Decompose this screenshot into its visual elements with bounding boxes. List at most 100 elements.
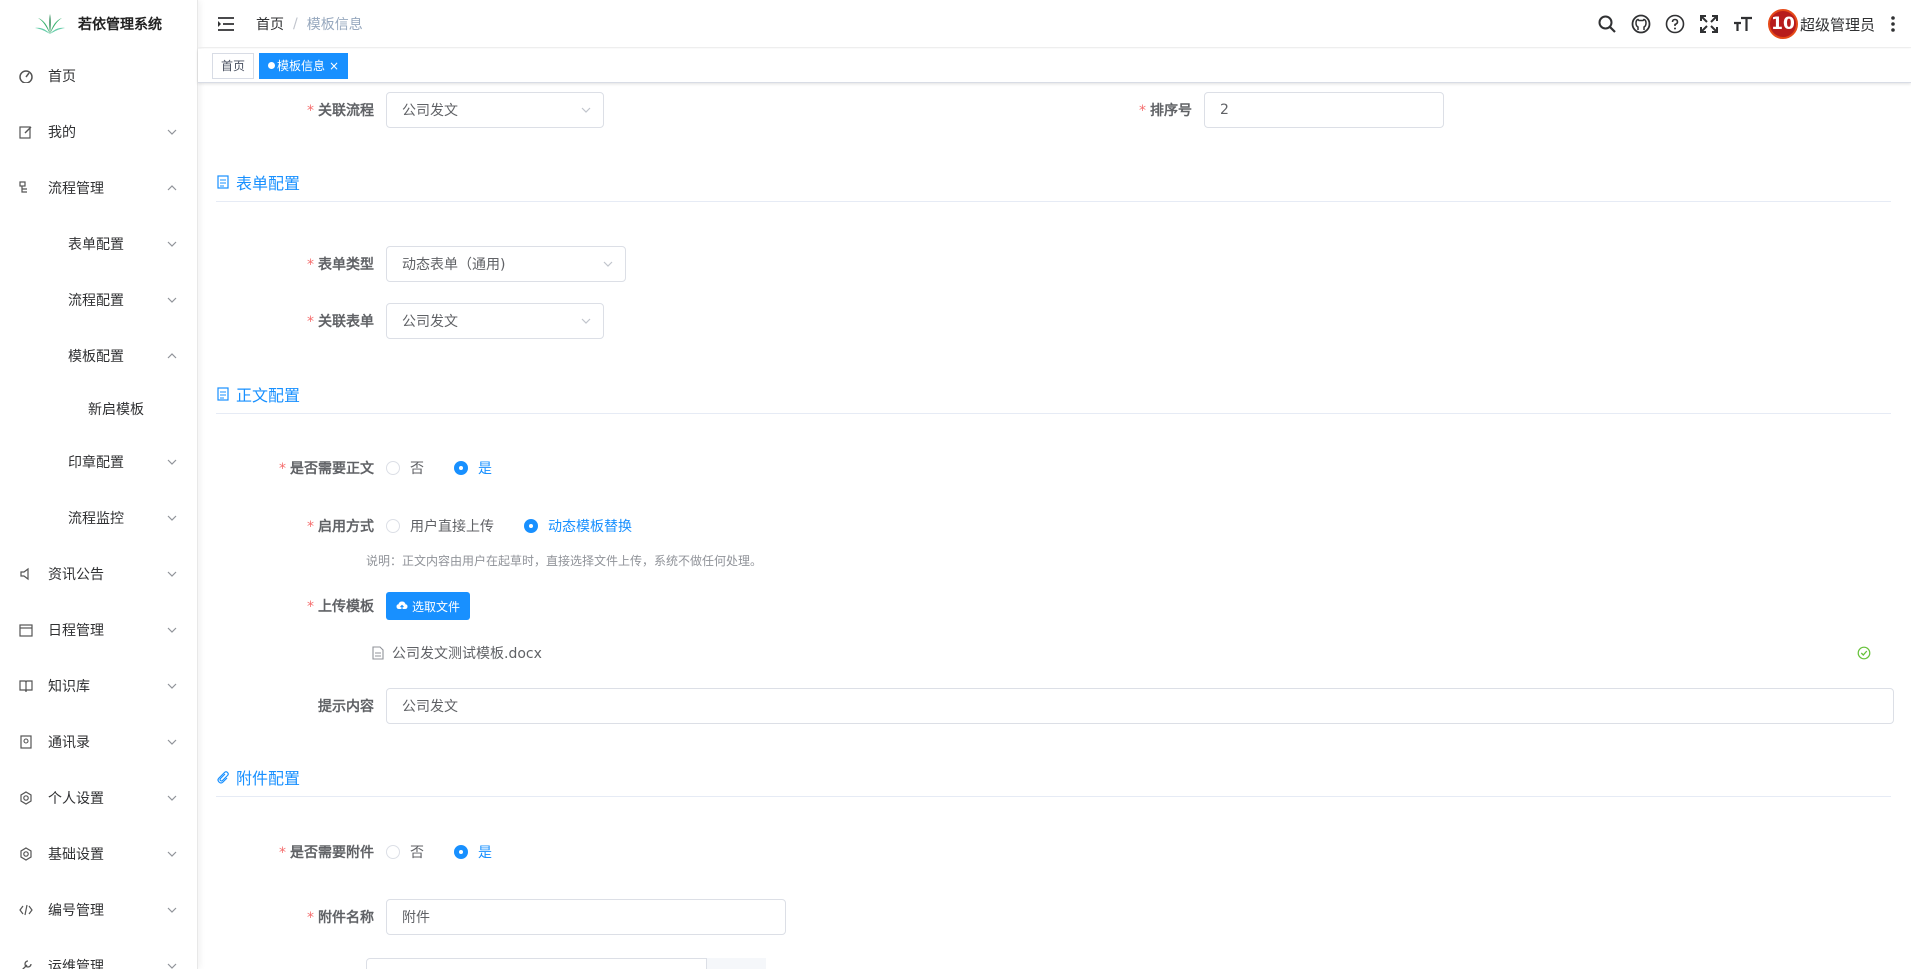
partial-input-append[interactable] (706, 958, 766, 969)
sidebar-item-label: 资讯公告 (48, 567, 104, 583)
sidebar-item-label: 编号管理 (48, 903, 104, 919)
sidebar-item-flow[interactable]: 流程管理 (0, 160, 197, 216)
document-icon (216, 174, 232, 190)
menu-toggle-icon[interactable] (216, 14, 236, 34)
contact-icon (18, 734, 34, 750)
chevron-down-icon (167, 571, 177, 577)
form-link-select[interactable]: 公司发文 (386, 303, 604, 339)
sidebar-item-contacts[interactable]: 通讯录 (0, 714, 197, 770)
breadcrumb-current: 模板信息 (306, 16, 363, 33)
font-size-icon[interactable] (1726, 0, 1760, 48)
sidebar-item-form-config[interactable]: 表单配置 (0, 216, 197, 272)
chevron-down-icon (167, 907, 177, 913)
sidebar-item-basic-settings[interactable]: 基础设置 (0, 826, 197, 882)
navbar: 首页 / 模板信息 10 超级管理员 (198, 0, 1911, 48)
user-name[interactable]: 超级管理员 (1800, 14, 1875, 35)
github-icon[interactable] (1624, 0, 1658, 48)
sidebar-item-label: 日程管理 (48, 623, 104, 639)
breadcrumb-home[interactable]: 首页 (256, 14, 284, 34)
settings-icon (18, 790, 34, 806)
sidebar-item-label: 模板配置 (68, 349, 124, 365)
form-item-flow: * 关联流程 公司发文 (216, 92, 604, 128)
fullscreen-icon[interactable] (1692, 0, 1726, 48)
chevron-down-icon (581, 107, 591, 113)
sidebar-item-label: 个人设置 (48, 791, 104, 807)
form-label: * 是否需要正文 (279, 461, 374, 477)
input-value: 附件 (402, 910, 430, 926)
sort-input[interactable]: 2 (1204, 92, 1444, 128)
question-icon[interactable] (1658, 0, 1692, 48)
sidebar-item-label: 流程监控 (68, 511, 124, 527)
form-label: 提示内容 (318, 699, 374, 715)
sidebar-item-numbering[interactable]: 编号管理 (0, 882, 197, 938)
sidebar-item-template-config[interactable]: 模板配置 (0, 328, 197, 384)
sidebar-item-label: 新启模板 (88, 402, 144, 418)
sidebar-item-label: 流程配置 (68, 293, 124, 309)
sidebar-item-label: 首页 (48, 69, 76, 85)
document-icon (216, 386, 232, 402)
sidebar-item-label: 表单配置 (68, 237, 124, 253)
form-item-prompt: 提示内容 公司发文 (216, 688, 1894, 724)
sidebar-item-label: 知识库 (48, 679, 90, 695)
tree-icon (18, 180, 34, 196)
chevron-down-icon (167, 963, 177, 969)
section-title: 表单配置 (236, 173, 301, 193)
search-icon[interactable] (1590, 0, 1624, 48)
section-body-config: 正文配置 (216, 374, 1891, 414)
more-vertical-icon[interactable] (1883, 16, 1903, 32)
sidebar-item-schedule[interactable]: 日程管理 (0, 602, 197, 658)
form-item-need-attach: * 是否需要附件 否 是 (216, 842, 522, 862)
section-title: 正文配置 (236, 385, 301, 405)
form-item-attach-name: * 附件名称 附件 (216, 899, 786, 935)
check-circle-icon (1857, 645, 1871, 664)
prompt-input[interactable]: 公司发文 (386, 688, 1894, 724)
form-type-select[interactable]: 动态表单（通用) (386, 246, 626, 282)
sidebar-item-mine[interactable]: 我的 (0, 104, 197, 160)
logo[interactable]: 若依管理系统 (0, 0, 197, 48)
flow-select[interactable]: 公司发文 (386, 92, 604, 128)
chevron-down-icon (603, 261, 613, 267)
sidebar-item-label: 印章配置 (68, 455, 124, 471)
sidebar-item-flow-config[interactable]: 流程配置 (0, 272, 197, 328)
radio-no[interactable]: 否 (386, 842, 424, 862)
edit-icon (18, 124, 34, 140)
form-item-need-body: * 是否需要正文 否 是 (216, 458, 522, 478)
form-item-enable-mode: * 启用方式 用户直接上传 动态模板替换 (216, 516, 662, 536)
select-value: 公司发文 (402, 103, 458, 119)
radio-direct-upload[interactable]: 用户直接上传 (386, 516, 494, 536)
section-attach-config: 附件配置 (216, 757, 1891, 797)
radio-dynamic-template[interactable]: 动态模板替换 (524, 516, 632, 536)
section-form-config: 表单配置 (216, 162, 1891, 202)
chevron-down-icon (167, 795, 177, 801)
tag-template-info[interactable]: 模板信息 × (259, 52, 349, 79)
chevron-down-icon (167, 851, 177, 857)
form-item-form-type: * 表单类型 动态表单（通用) (216, 246, 626, 282)
sidebar-item-new-template[interactable]: 新启模板 (0, 384, 197, 434)
tag-home[interactable]: 首页 (212, 52, 255, 79)
radio-yes[interactable]: 是 (454, 458, 492, 478)
sidebar-item-ops[interactable]: 运维管理 (0, 938, 197, 969)
sidebar-item-personal-settings[interactable]: 个人设置 (0, 770, 197, 826)
sidebar-item-knowledge[interactable]: 知识库 (0, 658, 197, 714)
avatar[interactable]: 10 (1767, 9, 1798, 39)
select-file-button[interactable]: 选取文件 (386, 592, 471, 620)
form-label: * 关联流程 (307, 103, 374, 119)
sidebar-item-news[interactable]: 资讯公告 (0, 546, 197, 602)
attach-name-input[interactable]: 附件 (386, 899, 786, 935)
tags-view: 首页 模板信息 × (198, 49, 1911, 83)
sidebar-item-flow-monitor[interactable]: 流程监控 (0, 490, 197, 546)
chevron-down-icon (167, 627, 177, 633)
logo-icon (35, 14, 65, 34)
tag-label: 模板信息 (277, 58, 326, 73)
radio-no[interactable]: 否 (386, 458, 424, 478)
close-icon[interactable]: × (329, 59, 339, 73)
form-label: * 上传模板 (307, 599, 374, 615)
sidebar: 若依管理系统 首页 我的 流程管理 表单配置 流程配置 模板配置 新启模板 印章… (0, 0, 198, 969)
radio-yes[interactable]: 是 (454, 842, 492, 862)
uploaded-file[interactable]: 公司发文测试模板.docx (372, 643, 542, 663)
calendar-icon (18, 622, 34, 638)
sidebar-item-seal-config[interactable]: 印章配置 (0, 434, 197, 490)
breadcrumb: 首页 / 模板信息 (256, 14, 363, 34)
enable-mode-hint: 说明：正文内容由用户在起草时，直接选择文件上传，系统不做任何处理。 (366, 554, 763, 568)
sidebar-item-home[interactable]: 首页 (0, 48, 197, 104)
